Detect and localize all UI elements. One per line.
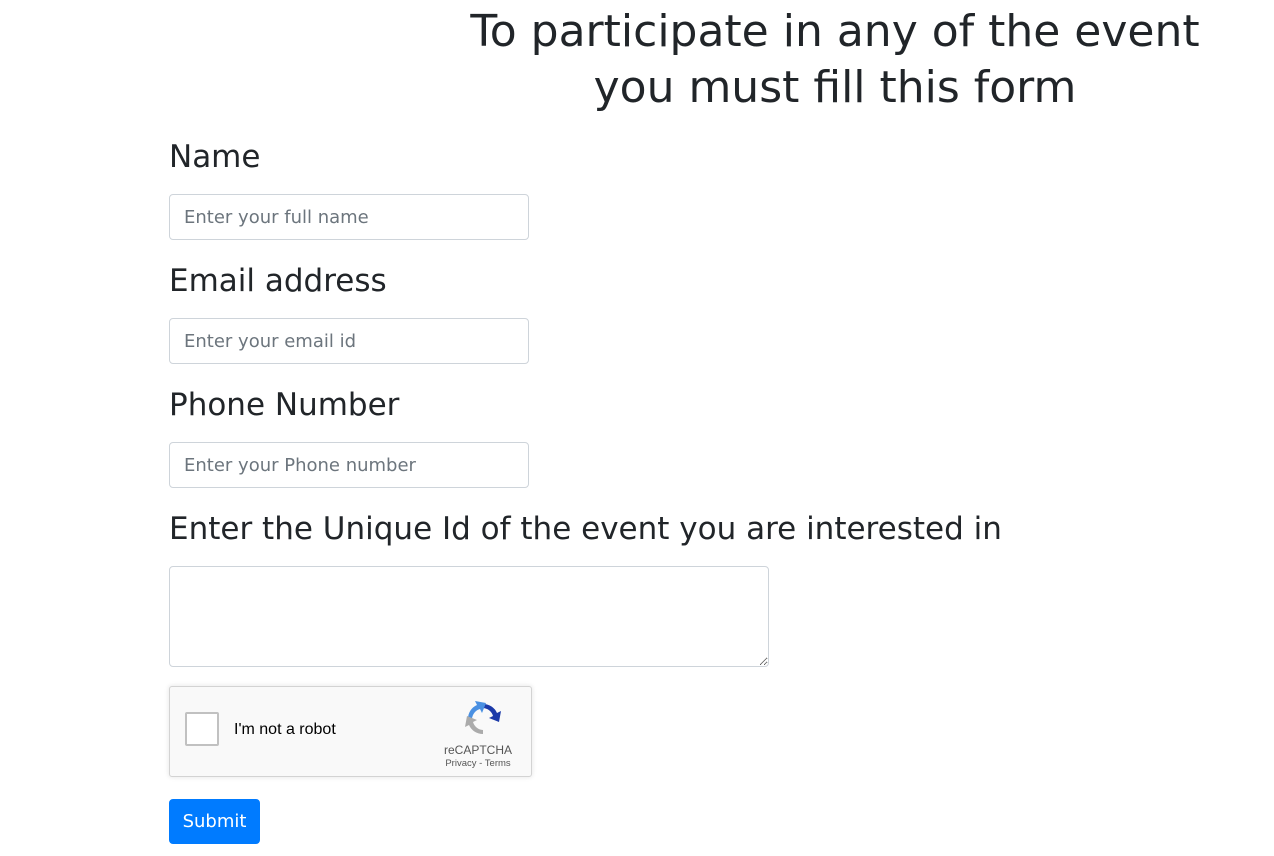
page-title: To participate in any of the event you m… bbox=[395, 4, 1274, 116]
email-label: Email address bbox=[169, 263, 387, 299]
recaptcha-logo-icon bbox=[465, 701, 501, 735]
submit-button[interactable]: Submit bbox=[169, 799, 260, 844]
phone-input[interactable] bbox=[169, 442, 529, 488]
event-id-label: Enter the Unique Id of the event you are… bbox=[169, 511, 1002, 547]
phone-label: Phone Number bbox=[169, 387, 400, 423]
page-title-line-2: you must fill this form bbox=[593, 62, 1077, 113]
registration-page: To participate in any of the event you m… bbox=[0, 0, 1274, 856]
recaptcha-links-separator: - bbox=[476, 758, 485, 769]
recaptcha-links: Privacy - Terms bbox=[438, 758, 518, 769]
recaptcha-checkbox-label: I'm not a robot bbox=[234, 721, 336, 738]
recaptcha-privacy-link[interactable]: Privacy bbox=[445, 758, 476, 769]
email-input[interactable] bbox=[169, 318, 529, 364]
recaptcha-widget: I'm not a robot reCAPTCHA Privacy - Term… bbox=[169, 686, 532, 777]
recaptcha-checkbox[interactable] bbox=[185, 712, 219, 746]
name-input[interactable] bbox=[169, 194, 529, 240]
recaptcha-terms-link[interactable]: Terms bbox=[485, 758, 511, 769]
event-id-textarea[interactable] bbox=[169, 566, 769, 667]
page-title-line-1: To participate in any of the event bbox=[470, 6, 1200, 57]
name-label: Name bbox=[169, 139, 261, 175]
recaptcha-brand-text: reCAPTCHA bbox=[443, 743, 512, 757]
